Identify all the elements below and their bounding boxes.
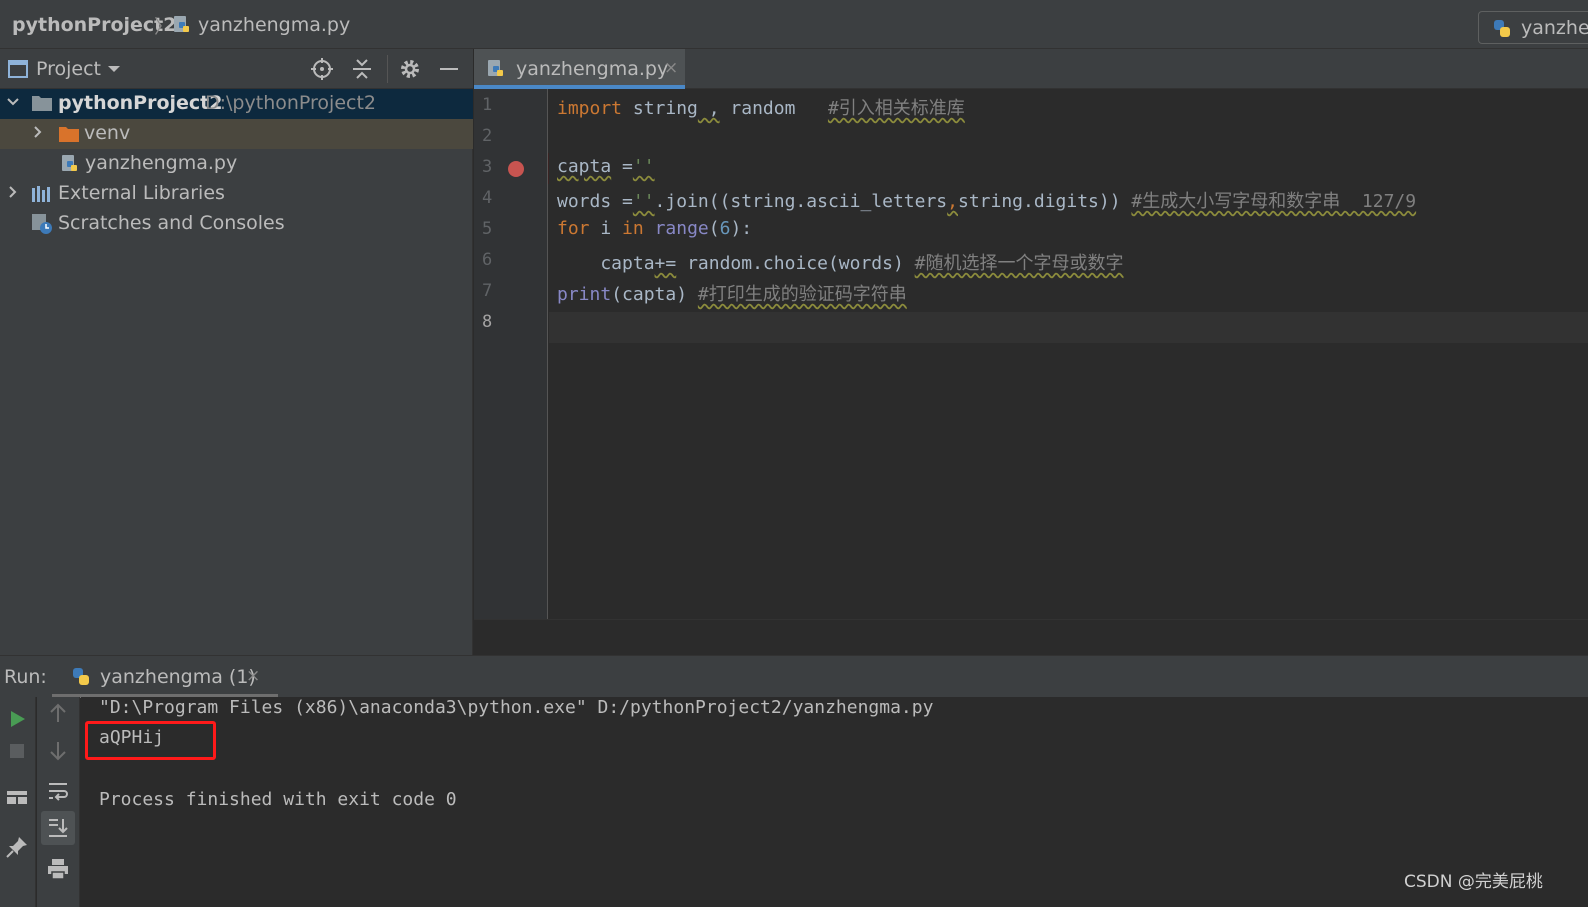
libraries-icon	[31, 184, 53, 209]
line-number: 8	[482, 312, 493, 332]
folder-icon	[58, 125, 80, 148]
code-line-3: capta =''	[557, 156, 655, 177]
python-file-icon	[172, 15, 192, 40]
line-number: 5	[482, 219, 493, 239]
close-icon[interactable]: ×	[246, 666, 260, 686]
breakpoint-icon[interactable]	[508, 161, 524, 177]
code-line-6: capta+= random.choice(words) #随机选择一个字母或数…	[557, 253, 1124, 274]
chevron-right-icon[interactable]	[31, 122, 45, 146]
tree-path: D:\pythonProject2	[205, 92, 376, 114]
breadcrumb-separator: 〉	[154, 16, 174, 38]
editor-tab-yanzhengma[interactable]: yanzhengma.py ×	[474, 49, 685, 89]
editor-status-strip	[474, 619, 1588, 655]
editor-tab-label: yanzhengma.py	[516, 58, 669, 80]
breadcrumb-project[interactable]: pythonProject2	[12, 14, 177, 36]
project-view-title[interactable]: Project	[36, 58, 101, 80]
run-panel-header: Run: yanzhengma (1) ×	[0, 655, 1588, 698]
line-number: 6	[482, 250, 493, 270]
run-panel-label: Run:	[4, 666, 47, 688]
console-line: "D:\Program Files (x86)\anaconda3\python…	[99, 697, 934, 718]
up-arrow-icon[interactable]	[46, 701, 70, 725]
highlight-box	[85, 721, 216, 760]
console-output[interactable]: "D:\Program Files (x86)\anaconda3\python…	[81, 697, 1588, 907]
run-tab-yanzhengma[interactable]: yanzhengma (1) ×	[52, 656, 278, 698]
stop-icon[interactable]	[5, 739, 29, 763]
run-config-label: yanzhengma	[1521, 17, 1588, 39]
run-configuration-selector[interactable]: yanzhengma	[1478, 11, 1588, 44]
code-line-1: import string , random #引入相关标准库	[557, 98, 965, 119]
tree-item-yanzhengma[interactable]: yanzhengma.py	[0, 149, 473, 179]
tree-label: External Libraries	[58, 182, 225, 204]
layout-icon[interactable]	[5, 785, 29, 809]
python-file-icon	[486, 59, 506, 84]
tree-item-venv[interactable]: venv	[0, 119, 473, 149]
chevron-right-icon[interactable]	[6, 182, 20, 206]
code-line-5: for i in range(6):	[557, 218, 753, 239]
python-file-icon	[60, 154, 80, 179]
chevron-down-icon[interactable]	[6, 92, 20, 116]
code-line-4: words =''.join((string.ascii_letters,str…	[557, 191, 1417, 212]
tree-label: Scratches and Consoles	[58, 212, 285, 234]
run-toolbar-primary	[0, 697, 36, 907]
collapse-all-icon[interactable]	[350, 57, 374, 86]
pin-icon[interactable]	[5, 835, 29, 859]
tree-item-project-root[interactable]: pythonProject2 D:\pythonProject2	[0, 89, 473, 119]
locate-icon[interactable]	[310, 57, 334, 86]
run-toolbar-secondary	[37, 697, 80, 907]
folder-icon	[31, 94, 53, 117]
print-icon[interactable]	[46, 857, 70, 881]
caret-line-highlight	[549, 312, 1588, 343]
code-line-7: print(capta) #打印生成的验证码字符串	[557, 284, 907, 305]
navigation-bar: pythonProject2 〉 yanzhengma.py yanzhengm…	[0, 0, 1588, 49]
scratches-icon	[31, 213, 53, 240]
project-tree: pythonProject2 D:\pythonProject2 venv ya…	[0, 89, 473, 655]
run-icon[interactable]	[5, 707, 29, 731]
down-arrow-icon[interactable]	[46, 739, 70, 763]
code-editor[interactable]: import string , random #引入相关标准库 capta ='…	[549, 89, 1588, 619]
soft-wrap-icon[interactable]	[46, 779, 70, 803]
project-view-icon	[8, 60, 28, 83]
watermark: CSDN @完美屁桃	[1404, 872, 1543, 892]
tree-label: yanzhengma.py	[85, 152, 238, 174]
tree-item-scratches[interactable]: Scratches and Consoles	[0, 209, 473, 239]
tree-label: pythonProject2	[58, 92, 223, 114]
minimize-icon[interactable]	[438, 57, 460, 86]
breadcrumb-file[interactable]: yanzhengma.py	[198, 14, 350, 36]
python-icon	[70, 666, 92, 693]
project-panel-header: Project	[0, 49, 473, 89]
chevron-down-icon[interactable]	[106, 61, 122, 82]
console-line: Process finished with exit code 0	[99, 789, 457, 810]
scroll-to-end-icon	[46, 816, 70, 840]
line-number: 7	[482, 281, 493, 301]
editor-tab-strip: yanzhengma.py ×	[474, 49, 1588, 89]
tree-label: venv	[84, 122, 131, 144]
close-icon[interactable]: ×	[664, 58, 678, 78]
gear-icon[interactable]	[398, 57, 422, 86]
python-icon	[1491, 18, 1513, 45]
line-number: 4	[482, 188, 493, 208]
line-number: 2	[482, 126, 493, 146]
run-tab-label: yanzhengma (1)	[100, 666, 256, 688]
scroll-to-end-button[interactable]	[41, 811, 75, 845]
line-number: 1	[482, 95, 493, 115]
line-number: 3	[482, 157, 493, 177]
toolbar-divider	[387, 55, 388, 83]
tree-item-external-libraries[interactable]: External Libraries	[0, 179, 473, 209]
